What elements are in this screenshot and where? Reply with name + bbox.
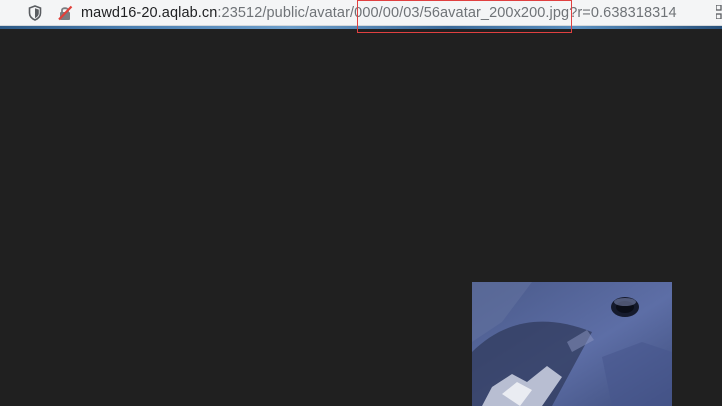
url-port-path: :23512/public/avatar/: [217, 5, 355, 21]
url-host-main: aqlab.cn: [161, 5, 218, 21]
url-text[interactable]: mawd16-20.aqlab.cn:23512/public/avatar/0…: [81, 4, 677, 22]
toolbar-wallpaper-strip: [0, 26, 722, 29]
shield-icon[interactable]: [28, 5, 42, 21]
avatar-image: [472, 282, 672, 406]
url-query: ?r=0.638318314: [569, 5, 677, 21]
insecure-connection-icon[interactable]: [57, 5, 73, 21]
url-host-prefix: mawd16-20.: [81, 5, 162, 21]
qr-code-icon[interactable]: [716, 5, 722, 19]
url-highlighted-segment: 000/00/03/56avatar_200x200.jpg: [354, 5, 570, 21]
address-bar[interactable]: mawd16-20.aqlab.cn:23512/public/avatar/0…: [0, 0, 722, 26]
